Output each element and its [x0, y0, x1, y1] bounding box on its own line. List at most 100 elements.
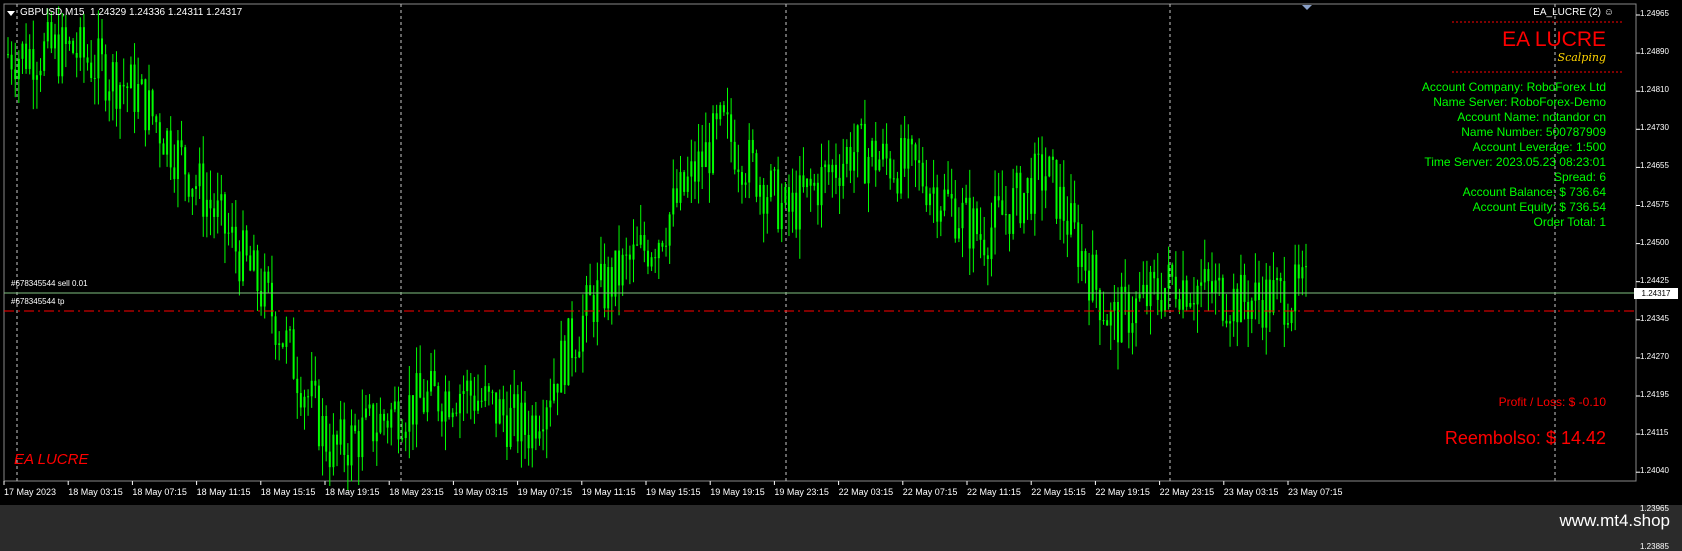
candle-body: [820, 167, 823, 206]
candle-body: [1239, 274, 1242, 323]
candle-body: [571, 318, 574, 358]
candle-body: [874, 140, 877, 171]
candle-body: [108, 91, 111, 101]
candle-body: [1276, 277, 1279, 281]
candle-body: [527, 434, 530, 449]
candle-body: [621, 254, 624, 286]
candle-body: [1106, 320, 1109, 326]
account-info-line: Name Number: 500787909: [1461, 125, 1606, 139]
candle-body: [1257, 282, 1260, 300]
candle-body: [802, 175, 805, 188]
account-info-line: Order Total: 1: [1533, 215, 1606, 229]
candle-body: [1196, 285, 1199, 305]
candle-body: [733, 141, 736, 170]
candle-body: [169, 130, 172, 168]
candle-body: [14, 69, 17, 80]
candle-body: [57, 34, 60, 77]
candle-body: [759, 184, 762, 197]
price-chart[interactable]: [0, 0, 1682, 505]
candle-body: [252, 250, 255, 271]
candle-body: [538, 431, 541, 439]
candle-body: [542, 429, 545, 432]
candle-body: [357, 431, 360, 458]
candle-body: [686, 176, 689, 192]
order-sell-label[interactable]: #678345544 sell 0.01: [11, 279, 88, 288]
chart-border: [3, 3, 1637, 482]
candle-body: [1294, 264, 1297, 312]
candle-body: [1113, 301, 1116, 311]
candle-body: [285, 330, 288, 347]
candle-body: [375, 432, 378, 442]
candle-body: [238, 251, 241, 282]
candle-body: [411, 395, 414, 425]
candle-body: [795, 192, 798, 230]
account-info-line: Name Server: RoboForex-Demo: [1433, 95, 1606, 109]
time-axis-label: 22 May 03:15: [838, 487, 894, 497]
candle-body: [961, 202, 964, 229]
candle-body: [307, 396, 310, 398]
candle-body: [166, 130, 169, 155]
candle-body: [1041, 154, 1044, 191]
price-axis-label: 1.24655: [1640, 161, 1669, 171]
candle-body: [813, 182, 816, 186]
candle-body: [1247, 301, 1250, 319]
chart-menu-arrow-icon[interactable]: [7, 11, 15, 16]
candle-body: [809, 178, 812, 186]
candle-body: [1210, 281, 1213, 294]
candle-body: [1268, 279, 1271, 313]
candle-body: [603, 263, 606, 309]
candle-body: [39, 70, 42, 76]
candle-body: [1048, 156, 1051, 177]
candle-body: [176, 140, 179, 180]
candle-body: [675, 188, 678, 203]
candle-body: [914, 144, 917, 161]
candle-body: [1192, 303, 1195, 305]
candle-body: [32, 49, 35, 80]
ea-tag[interactable]: EA_LUCRE (2) ☺: [1533, 7, 1614, 18]
candle-body: [1051, 156, 1054, 160]
candle-body: [137, 83, 140, 112]
candle-body: [997, 196, 1000, 201]
candle-body: [1229, 321, 1232, 324]
candle-body: [455, 412, 458, 414]
candle-body: [567, 318, 570, 386]
candle-body: [343, 419, 346, 455]
candle-body: [437, 386, 440, 412]
time-axis-label: 19 May 23:15: [774, 487, 829, 497]
chart-area[interactable]: GBPUSD,M15 1.24329 1.24336 1.24311 1.243…: [0, 0, 1682, 551]
time-axis-label: 19 May 11:15: [581, 487, 636, 497]
candle-body: [227, 232, 230, 234]
candle-body: [534, 415, 537, 439]
price-axis-label: 1.24730: [1640, 123, 1669, 133]
candle-body: [1156, 278, 1159, 300]
candle-body: [155, 116, 158, 123]
candle-body: [119, 84, 122, 109]
candle-body: [1001, 200, 1004, 215]
candle-body: [213, 208, 216, 217]
candle-body: [101, 38, 104, 55]
candle-body: [1225, 320, 1228, 324]
candle-body: [610, 267, 613, 297]
candle-body: [1033, 153, 1036, 214]
candle-body: [596, 280, 599, 322]
candle-body: [216, 200, 219, 217]
price-axis-label: 1.24345: [1640, 313, 1669, 323]
candle-body: [925, 186, 928, 206]
candle-body: [791, 192, 794, 212]
candle-body: [827, 164, 830, 173]
candle-body: [180, 140, 183, 148]
candle-body: [1004, 214, 1007, 216]
candle-body: [1243, 274, 1246, 302]
candle-body: [278, 343, 281, 345]
candle-body: [715, 113, 718, 120]
price-axis-label: 1.24965: [1640, 9, 1669, 18]
candle-body: [1265, 279, 1268, 328]
candle-body: [552, 383, 555, 401]
candle-body: [1189, 303, 1192, 307]
candle-body: [834, 164, 837, 178]
candle-body: [393, 401, 396, 410]
candle-body: [321, 416, 324, 447]
candle-body: [769, 170, 772, 198]
order-tp-label[interactable]: #678345544 tp: [11, 297, 64, 306]
candle-body: [806, 178, 809, 188]
